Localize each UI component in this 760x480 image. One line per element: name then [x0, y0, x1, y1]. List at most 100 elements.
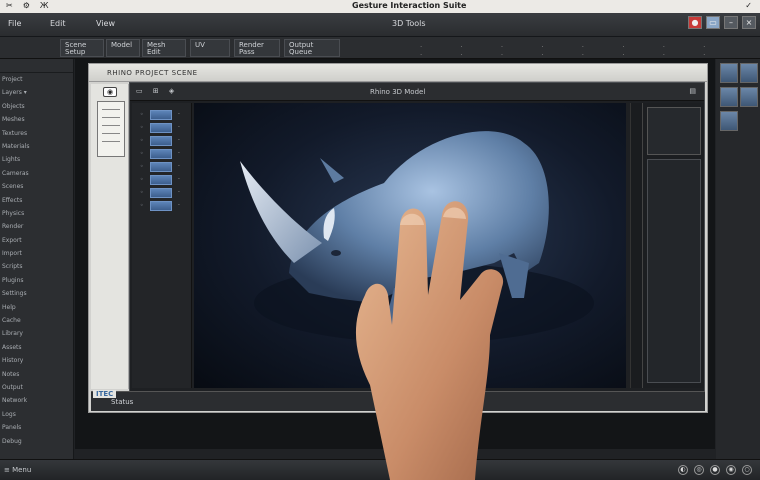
app-window-titlebar[interactable]: RHINO PROJECT SCENE	[89, 64, 707, 82]
tab-scene-setup[interactable]: Scene Setup	[60, 39, 104, 57]
app-window: RHINO PROJECT SCENE ◉ ▭ ⊞ ◈ Rhino 3D Mod…	[88, 63, 708, 413]
layer-row[interactable]: ◦ ·	[138, 174, 188, 186]
properties-panel	[642, 103, 704, 388]
left-panel-item[interactable]: Cache	[0, 314, 73, 327]
tab-output-queue[interactable]: Output Queue	[284, 39, 340, 57]
menu-edit[interactable]: Edit	[50, 19, 66, 28]
record-dot-icon[interactable]: ●	[710, 465, 720, 475]
contrast-icon[interactable]: ◐	[678, 465, 688, 475]
record-button[interactable]: ●	[688, 16, 702, 29]
layer-lock-icon[interactable]: ·	[178, 150, 180, 157]
menu-file[interactable]: File	[8, 19, 21, 28]
tab-model[interactable]: Model	[106, 39, 140, 57]
tab-label: UV	[195, 41, 205, 49]
checkmark-icon[interactable]: ✓	[745, 1, 752, 10]
screen: ✂ ⚙ Ж Gesture Interaction Suite ✓ File E…	[0, 0, 760, 480]
3d-viewport[interactable]	[194, 103, 626, 388]
thumbnail[interactable]	[720, 87, 738, 107]
visibility-icon[interactable]: ◦	[140, 176, 144, 183]
layer-row[interactable]: ◦ ·	[138, 109, 188, 121]
close-button[interactable]: ×	[742, 16, 756, 29]
thumbnail[interactable]	[740, 87, 758, 107]
menu-3d-tools[interactable]: 3D Tools	[392, 19, 426, 28]
left-panel-item[interactable]: History	[0, 354, 73, 367]
layer-row[interactable]: ◦ ·	[138, 187, 188, 199]
thumbnail[interactable]	[720, 63, 738, 83]
scissors-icon[interactable]: ✂	[6, 1, 13, 10]
layer-lock-icon[interactable]: ·	[178, 111, 180, 118]
preview-thumbnail[interactable]	[647, 107, 701, 155]
left-panel-item[interactable]: Import	[0, 247, 73, 260]
tab-label: Mesh Edit	[147, 41, 166, 56]
left-panel-item[interactable]: Effects	[0, 194, 73, 207]
layer-lock-icon[interactable]: ·	[178, 163, 180, 170]
visibility-icon[interactable]: ◦	[140, 111, 144, 118]
visibility-icon[interactable]: ◦	[140, 202, 144, 209]
left-panel-item[interactable]: Library	[0, 327, 73, 340]
left-panel-item[interactable]: Panels	[0, 421, 73, 434]
app-menu-icon[interactable]: Ж	[40, 1, 49, 10]
left-panel-item[interactable]: Project	[0, 73, 73, 86]
left-panel-item[interactable]: Materials	[0, 140, 73, 153]
record-icon[interactable]: ◉	[103, 87, 117, 97]
layer-lock-icon[interactable]: ·	[178, 124, 180, 131]
layer-lock-icon[interactable]: ·	[178, 176, 180, 183]
toolbar-tools[interactable]: ▭ ⊞ ◈	[136, 87, 178, 95]
left-panel-item[interactable]: Cameras	[0, 167, 73, 180]
properties-list	[647, 159, 701, 383]
left-panel-item[interactable]: Network	[0, 394, 73, 407]
layer-row[interactable]: ◦ ·	[138, 200, 188, 212]
tab-mesh-edit[interactable]: Mesh Edit	[142, 39, 186, 57]
visibility-icon[interactable]: ◦	[140, 137, 144, 144]
layer-lock-icon[interactable]: ·	[178, 189, 180, 196]
minimize-button[interactable]: –	[724, 16, 738, 29]
tab-uv[interactable]: UV	[190, 39, 230, 57]
target-icon[interactable]: ◎	[694, 465, 704, 475]
left-panel-item[interactable]: Scripts	[0, 260, 73, 273]
visibility-icon[interactable]: ◦	[140, 150, 144, 157]
left-panel-item[interactable]: Help	[0, 301, 73, 314]
left-panel-item[interactable]: Meshes	[0, 113, 73, 126]
left-panel-item[interactable]: Export	[0, 234, 73, 247]
left-panel-item[interactable]: Scenes	[0, 180, 73, 193]
left-panel-item[interactable]: Textures	[0, 127, 73, 140]
left-panel-item[interactable]: Settings	[0, 287, 73, 300]
layer-row[interactable]: ◦ ·	[138, 148, 188, 160]
left-panel-item[interactable]: Layers ▾	[0, 86, 73, 99]
sidebar-options-box[interactable]	[97, 101, 125, 157]
visibility-icon[interactable]: ◦	[140, 124, 144, 131]
left-panel-item[interactable]: Objects	[0, 100, 73, 113]
left-panel-item[interactable]: Plugins	[0, 274, 73, 287]
radio-icon[interactable]: ◉	[726, 465, 736, 475]
panel-menu-icon[interactable]: ▤	[689, 87, 696, 95]
status-label: Status	[111, 398, 134, 406]
layer-lock-icon[interactable]: ·	[178, 202, 180, 209]
bottom-icons: ◐ ◎ ● ◉ ○	[678, 465, 752, 475]
thumbnail[interactable]	[720, 111, 738, 131]
layer-lock-icon[interactable]: ·	[178, 137, 180, 144]
left-panel-item[interactable]: Notes	[0, 368, 73, 381]
left-panel-item[interactable]: Debug	[0, 435, 73, 448]
layer-thumbnail	[150, 123, 172, 133]
left-panel-item[interactable]: Output	[0, 381, 73, 394]
editor-panel: ▭ ⊞ ◈ Rhino 3D Model ▤ ◦ · ◦ · ◦ · ◦ · ◦ · ◦ · ◦ · ◦ ·	[129, 82, 705, 392]
menu-view[interactable]: View	[96, 19, 115, 28]
layer-row[interactable]: ◦ ·	[138, 135, 188, 147]
left-panel-item[interactable]: Physics	[0, 207, 73, 220]
visibility-icon[interactable]: ◦	[140, 163, 144, 170]
layer-row[interactable]: ◦ ·	[138, 122, 188, 134]
left-panel-item[interactable]: Logs	[0, 408, 73, 421]
thumbnail[interactable]	[740, 63, 758, 83]
tab-label: Render Pass	[239, 41, 264, 56]
maximize-button[interactable]: ▭	[706, 16, 720, 29]
layer-thumbnail	[150, 201, 172, 211]
left-panel-item[interactable]: Lights	[0, 153, 73, 166]
layer-row[interactable]: ◦ ·	[138, 161, 188, 173]
left-panel-item[interactable]: Assets	[0, 341, 73, 354]
bottom-menu[interactable]: ≡ Menu	[4, 466, 31, 474]
left-panel-item[interactable]: Render	[0, 220, 73, 233]
circle-icon[interactable]: ○	[742, 465, 752, 475]
tab-render-pass[interactable]: Render Pass	[234, 39, 280, 57]
visibility-icon[interactable]: ◦	[140, 189, 144, 196]
settings-icon[interactable]: ⚙	[23, 1, 30, 10]
